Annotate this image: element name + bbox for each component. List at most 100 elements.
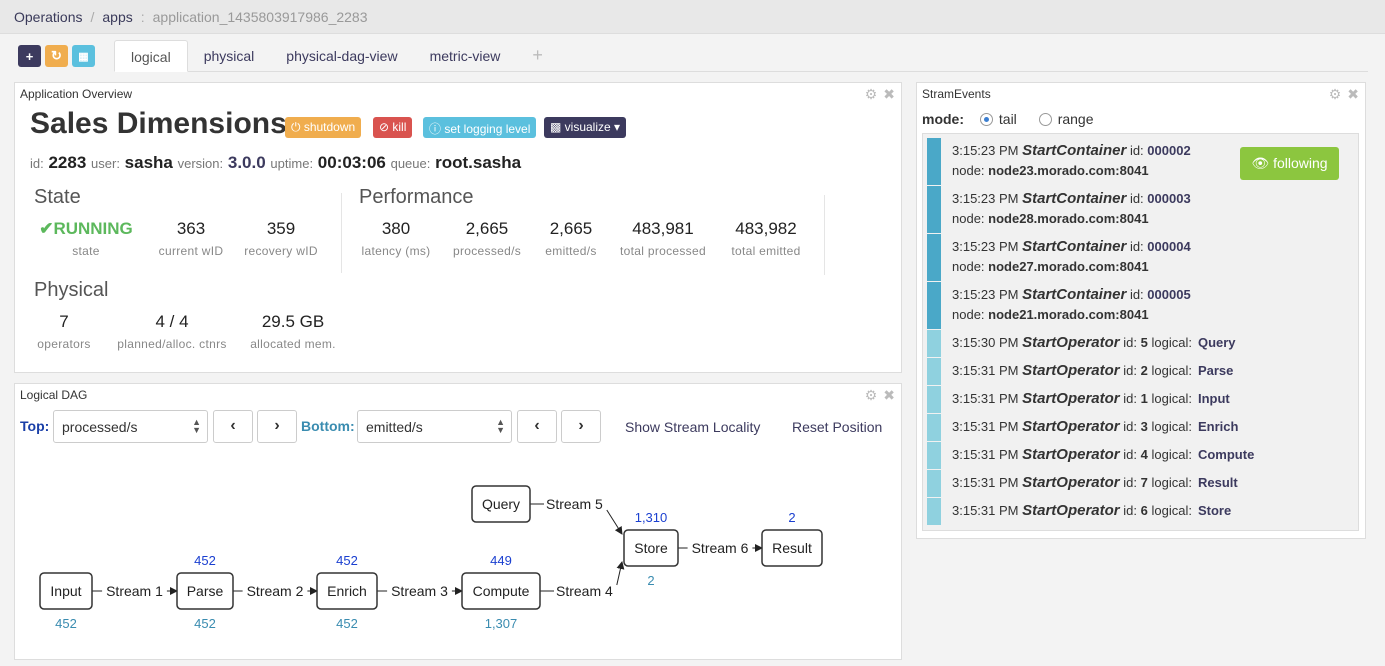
widget-title: StramEvents [922, 87, 991, 101]
breadcrumb-operations[interactable]: Operations [14, 9, 82, 25]
stream-edge: Stream 1 [92, 583, 178, 599]
container-event-bar [927, 282, 941, 329]
operator-node[interactable]: Compute 449 1,307 [461, 553, 541, 631]
show-stream-locality-button[interactable]: Show Stream Locality [625, 419, 760, 435]
stream-edge: Stream 6 [678, 540, 763, 556]
stream-edge: Stream 5 [530, 496, 623, 535]
shutdown-button[interactable]: ⏻ shutdown [285, 117, 362, 138]
widget-title: Logical DAG [20, 388, 88, 402]
tab-metric-view[interactable]: metric-view [414, 40, 517, 72]
event-row: 3:15:23 PM StartContainer id: 000003 node… [927, 186, 1355, 233]
bottom-next-button[interactable]: › [561, 410, 601, 443]
add-widget-button[interactable]: + [18, 45, 41, 67]
operator-node[interactable]: Input 452 [39, 572, 93, 631]
select-arrows-icon: ▲ ▼ [496, 417, 505, 435]
plus-icon: + [25, 48, 34, 64]
total-emitted-stat: 483,982 total emitted [731, 219, 801, 258]
operators-stat: 7 operators [37, 312, 91, 351]
kill-button[interactable]: ⊘ kill [373, 117, 413, 138]
gear-icon[interactable]: ⚙ [865, 86, 878, 103]
event-row: 3:15:30 PM StartOperator id: 5 logical: Q… [927, 330, 1355, 357]
operator-event-bar [927, 470, 941, 497]
tail-label: tail [998, 111, 1017, 127]
stream-label: Stream 5 [546, 496, 603, 512]
set-logging-level-button[interactable]: ⓘ set logging level [423, 117, 537, 138]
close-icon[interactable]: ✖ [883, 387, 895, 404]
bottom-prev-button[interactable]: ‹ [517, 410, 557, 443]
breadcrumb-separator: / [90, 9, 95, 25]
operator-node[interactable]: Result 2 [761, 510, 823, 567]
caret-down-icon: ▾ [610, 120, 621, 134]
emitted-per-sec-stat: 2,665 emitted/s [545, 219, 597, 258]
stram-events-widget: StramEvents ⚙ ✖ mode: tail range 3:15:23 … [916, 82, 1366, 539]
event-row: 3:15:31 PM StartOperator id: 6 logical: S… [927, 498, 1355, 525]
reset-layout-button[interactable]: ↻ [45, 45, 68, 67]
gear-icon[interactable]: ⚙ [1329, 86, 1342, 103]
trash-icon: ▦ [78, 50, 89, 63]
ban-icon: ⊘ [379, 120, 393, 134]
top-prev-button[interactable]: ‹ [213, 410, 253, 443]
physical-heading: Physical [34, 279, 109, 301]
top-metric-value: 452 [336, 553, 358, 568]
close-icon[interactable]: ✖ [883, 86, 895, 103]
event-row: 3:15:31 PM StartOperator id: 2 logical: P… [927, 358, 1355, 385]
tail-radio[interactable] [979, 113, 993, 126]
reset-position-button[interactable]: Reset Position [792, 419, 882, 435]
latency-stat: 380 latency (ms) [361, 219, 431, 258]
eye-icon: 👁 [1251, 155, 1274, 171]
info-icon: ⓘ [429, 122, 445, 136]
tab-physical-dag-view[interactable]: physical-dag-view [270, 40, 413, 72]
event-row: 3:15:31 PM StartOperator id: 3 logical: E… [927, 414, 1355, 441]
close-icon[interactable]: ✖ [1347, 86, 1359, 103]
chevron-left-icon: ‹ [230, 417, 236, 434]
delete-dashboard-button[interactable]: ▦ [72, 45, 95, 67]
app-uptime: 00:03:06 [317, 153, 386, 172]
event-list[interactable]: 3:15:23 PM StartContainer id: 000002 node… [922, 133, 1359, 531]
chevron-right-icon: › [274, 417, 280, 434]
event-row: 3:15:31 PM StartOperator id: 7 logical: R… [927, 470, 1355, 497]
operator-name: Query [482, 496, 520, 512]
event-row: 3:15:23 PM StartContainer id: 000002 node… [927, 138, 1355, 185]
check-circle-icon: ✔ [39, 219, 54, 238]
stream-edge: Stream 4 [540, 561, 625, 599]
select-arrows-icon: ▲ ▼ [192, 417, 201, 435]
top-metric-value: 452 [194, 553, 216, 568]
top-metric-value: 1,310 [635, 510, 668, 525]
following-button[interactable]: 👁 following [1240, 147, 1339, 180]
dashboard-toolbar: + ↻ ▦ [18, 45, 95, 67]
mode-selector: mode: tail range [922, 111, 1094, 127]
bottom-metric-value: 452 [194, 616, 216, 631]
operator-node[interactable]: Query [471, 485, 531, 523]
stream-label: Stream 3 [391, 583, 448, 599]
event-row: 3:15:23 PM StartContainer id: 000005 node… [927, 282, 1355, 329]
operator-node[interactable]: Enrich 452 452 [316, 553, 378, 631]
bar-chart-icon: ▩ [550, 120, 565, 134]
containers-stat: 4 / 4 planned/alloc. ctnrs [117, 312, 227, 351]
bottom-metric-select[interactable]: emitted/s ▲ ▼ [357, 410, 512, 443]
top-metric-value: 2 [788, 510, 795, 525]
operator-name: Store [634, 540, 668, 556]
add-tab-button[interactable]: + [516, 40, 559, 72]
stream-label: Stream 6 [692, 540, 749, 556]
top-next-button[interactable]: › [257, 410, 297, 443]
operator-event-bar [927, 386, 941, 413]
tab-logical[interactable]: logical [114, 40, 188, 72]
tab-physical[interactable]: physical [188, 40, 271, 72]
app-meta: id: 2283 user: sasha version: 3.0.0 upti… [30, 153, 522, 172]
stream-label: Stream 2 [247, 583, 304, 599]
range-radio[interactable] [1038, 113, 1052, 126]
top-metric-select[interactable]: processed/s ▲ ▼ [53, 410, 208, 443]
gear-icon[interactable]: ⚙ [865, 387, 878, 404]
bottom-metric-value: 2 [647, 573, 654, 588]
breadcrumb-apps[interactable]: apps [102, 9, 132, 25]
breadcrumb: Operations / apps: application_143580391798… [0, 0, 1385, 34]
operator-node[interactable]: Store 1,310 2 [623, 510, 679, 588]
current-wid-stat: 363 current wID [158, 219, 224, 258]
visualize-dropdown[interactable]: ▩ visualize ▾ [544, 117, 627, 138]
allocated-memory-stat: 29.5 GB allocated mem. [250, 312, 336, 351]
operator-name: Parse [187, 583, 224, 599]
stream-label: Stream 1 [106, 583, 163, 599]
app-id: 2283 [48, 153, 87, 172]
operator-node[interactable]: Parse 452 452 [176, 553, 234, 631]
stream-label: Stream 4 [556, 583, 613, 599]
